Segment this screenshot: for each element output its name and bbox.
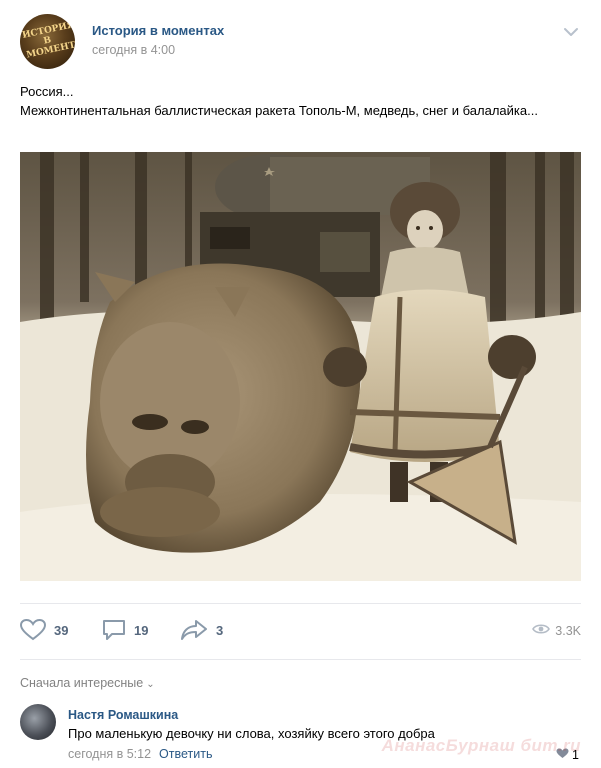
like-count: 39 (54, 622, 69, 638)
comment-meta: сегодня в 5:12 Ответить (68, 747, 212, 761)
view-count: 3.3K (555, 624, 581, 638)
comment-icon (102, 619, 126, 641)
heart-icon (20, 619, 46, 641)
post-photo[interactable] (20, 152, 581, 581)
chevron-down-icon: ⌄ (146, 679, 155, 690)
commenter-avatar[interactable] (20, 704, 56, 740)
views: 3.3K (532, 622, 581, 640)
commenter-name[interactable]: Настя Ромашкина (68, 708, 178, 722)
watermark: АнанасБурнаш бит.ru (381, 736, 581, 755)
post-actions: 39 19 3 3.3K (20, 614, 581, 648)
share-icon (180, 619, 208, 641)
divider (20, 659, 581, 660)
post-text-line: Межконтинентальная баллистическая ракета… (20, 103, 538, 118)
share-count: 3 (216, 622, 224, 638)
eye-icon (532, 622, 551, 640)
post-author[interactable]: История в моментах (92, 23, 224, 38)
post-header: ИСТОРИЯ В МОМЕНТАХ История в моментах се… (20, 14, 581, 70)
comment-count: 19 (134, 622, 149, 638)
like-button[interactable]: 39 (20, 618, 68, 642)
share-button[interactable]: 3 (180, 618, 223, 642)
divider (20, 603, 581, 604)
reply-button[interactable]: Ответить (159, 747, 212, 761)
community-avatar[interactable]: ИСТОРИЯ В МОМЕНТАХ (20, 14, 75, 69)
comment-button[interactable]: 19 (102, 618, 148, 642)
post-time[interactable]: сегодня в 4:00 (92, 43, 175, 57)
comment-text: Про маленькую девочку ни слова, хозяйку … (68, 726, 435, 741)
post-text-line: Россия... (20, 84, 74, 99)
chevron-down-icon[interactable] (563, 25, 579, 37)
comments-sort-dropdown[interactable]: Сначала интересные ⌄ (20, 676, 155, 690)
bear-girl-balalaika-photo (20, 152, 581, 581)
comments-sort-label: Сначала интересные (20, 676, 144, 690)
comment-time[interactable]: сегодня в 5:12 (68, 747, 151, 761)
avatar-logo-text: ИСТОРИЯ В МОМЕНТАХ (21, 20, 75, 61)
post-text: Россия... Межконтинентальная баллистичес… (20, 82, 581, 120)
